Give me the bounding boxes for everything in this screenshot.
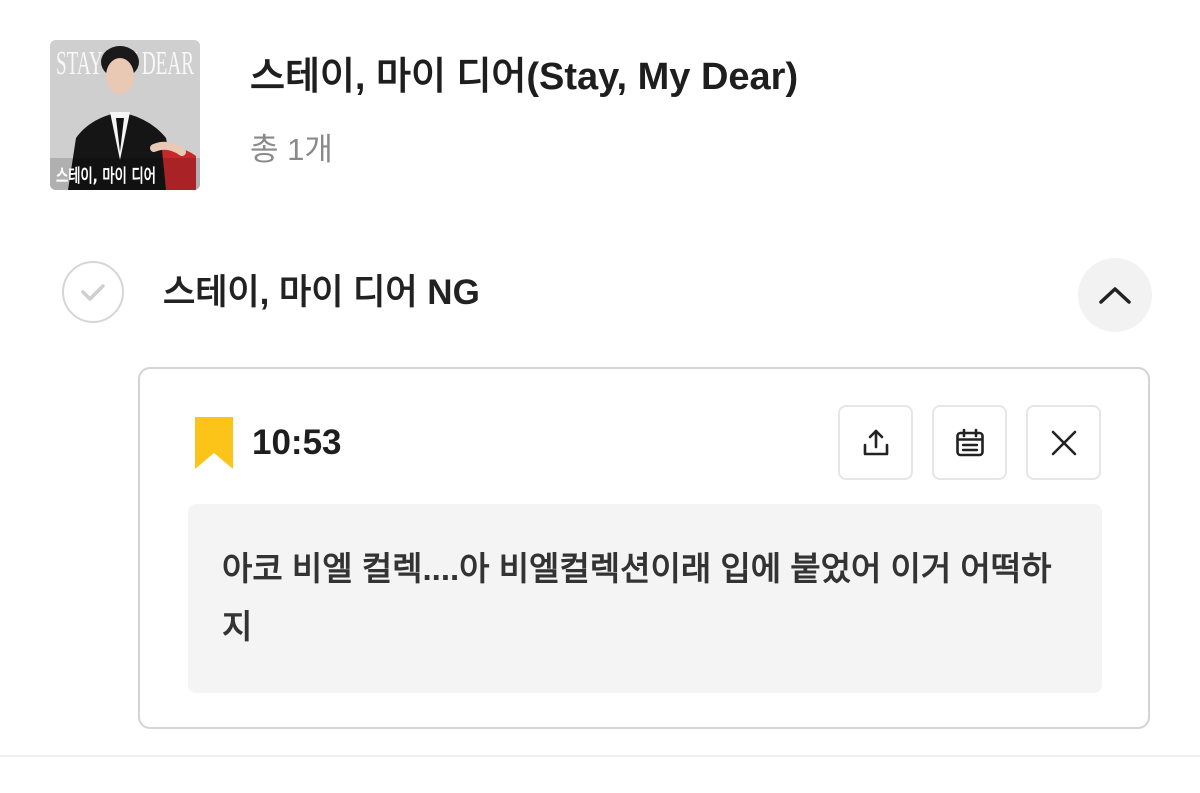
episode-title[interactable]: 스테이, 마이 디어 NG — [163, 271, 480, 315]
check-icon — [81, 284, 105, 301]
album-title: 스테이, 마이 디어(Stay, My Dear) — [250, 56, 799, 98]
chevron-up-icon — [1099, 287, 1131, 304]
episode-row: 스테이, 마이 디어 NG — [62, 258, 1152, 332]
close-icon — [1051, 430, 1076, 455]
close-button[interactable] — [1026, 405, 1101, 480]
share-button[interactable] — [838, 405, 913, 480]
album-info: 스테이, 마이 디어(Stay, My Dear) 총 1개 — [250, 40, 798, 170]
episode-check-button[interactable] — [62, 261, 124, 323]
collapse-button[interactable] — [1078, 258, 1152, 332]
bookmark-icon — [195, 417, 233, 469]
bottom-divider — [0, 755, 1200, 757]
memo-card: 10:53 아코 비엘 컬렉....아 비엘컬렉션이래 입에 붙었어 이거 어떡… — [138, 367, 1150, 729]
album-cover: STAY MY DEAR 스테이, 마이 디어 — [50, 40, 200, 190]
memo-text: 아코 비엘 컬렉....아 비엘컬렉션이래 입에 붙었어 이거 어떡하지 — [222, 550, 1052, 645]
album-header: STAY MY DEAR 스테이, 마이 디어 스테이, 마이 디어(Stay,… — [50, 40, 798, 190]
calendar-button[interactable] — [932, 405, 1007, 480]
memo-body[interactable]: 아코 비엘 컬렉....아 비엘컬렉션이래 입에 붙었어 이거 어떡하지 — [188, 504, 1102, 693]
calendar-icon — [955, 428, 984, 456]
memo-count: 총 1개 — [250, 132, 333, 167]
cover-subtitle-text: 스테이, 마이 디어 — [56, 166, 156, 187]
memo-detail-page: STAY MY DEAR 스테이, 마이 디어 스테이, 마이 디어(Stay,… — [0, 0, 1200, 793]
memo-timestamp[interactable]: 10:53 — [252, 421, 342, 465]
album-cover-art: STAY MY DEAR 스테이, 마이 디어 — [50, 40, 200, 190]
share-icon — [863, 429, 888, 455]
